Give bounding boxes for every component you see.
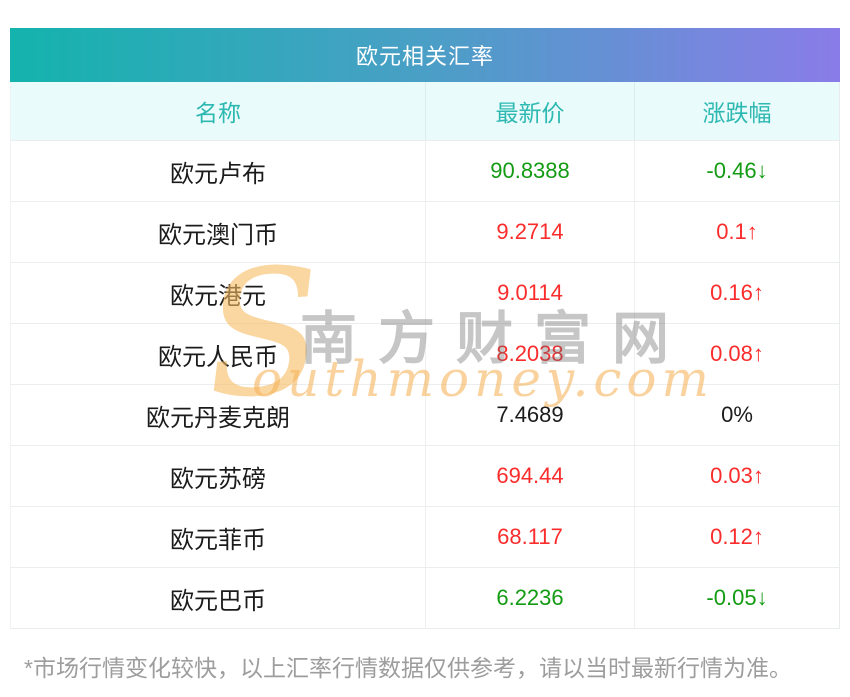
change-percent: 0.16↑ xyxy=(634,263,839,323)
table-body-wrap: 名称 最新价 涨跌幅 欧元卢布 90.8388 -0.46↓ 欧元澳门币 9.2714 0… xyxy=(10,82,840,629)
table-row: 欧元巴币 6.2236 -0.05↓ xyxy=(11,567,839,628)
currency-pair-name: 欧元菲币 xyxy=(170,526,266,554)
change-percent: -0.05↓ xyxy=(634,568,839,628)
change-percent: 0.1↑ xyxy=(634,202,839,262)
change-percent: 0.03↑ xyxy=(634,446,839,506)
table-row: 欧元卢布 90.8388 -0.46↓ xyxy=(11,140,839,201)
change-percent: 0.12↑ xyxy=(634,507,839,567)
currency-pair-name: 欧元苏磅 xyxy=(170,465,266,493)
footnote: *市场行情变化较快，以上汇率行情数据仅供参考，请以当时最新行情为准。 xyxy=(24,655,792,681)
latest-price: 8.2038 xyxy=(425,324,634,384)
latest-price: 68.117 xyxy=(425,507,634,567)
latest-price: 9.0114 xyxy=(425,263,634,323)
currency-pair-name: 欧元澳门币 xyxy=(158,221,278,249)
latest-price: 9.2714 xyxy=(425,202,634,262)
column-header-name: 名称 xyxy=(195,100,241,126)
table-row: 欧元菲币 68.117 0.12↑ xyxy=(11,506,839,567)
change-percent: 0.08↑ xyxy=(634,324,839,384)
column-header-change: 涨跌幅 xyxy=(634,82,839,140)
currency-pair-name: 欧元卢布 xyxy=(170,160,266,188)
table-row: 欧元港元 9.0114 0.16↑ xyxy=(11,262,839,323)
latest-price: 6.2236 xyxy=(425,568,634,628)
table-row: 欧元澳门币 9.2714 0.1↑ xyxy=(11,201,839,262)
change-percent: 0% xyxy=(634,385,839,445)
rate-table-body: 欧元卢布 90.8388 -0.46↓ 欧元澳门币 9.2714 0.1↑ 欧元港元 9.01… xyxy=(11,140,839,628)
change-percent: -0.46↓ xyxy=(634,141,839,201)
currency-pair-name: 欧元丹麦克朗 xyxy=(146,404,290,432)
latest-price: 7.4689 xyxy=(425,385,634,445)
table-row: 欧元人民币 8.2038 0.08↑ xyxy=(11,323,839,384)
table-title-bar: 欧元相关汇率 xyxy=(10,28,840,82)
latest-price: 90.8388 xyxy=(425,141,634,201)
currency-pair-name: 欧元巴币 xyxy=(170,587,266,615)
currency-pair-name: 欧元人民币 xyxy=(158,343,278,371)
exchange-rate-table: 欧元相关汇率 名称 最新价 涨跌幅 欧元卢布 90.8388 -0.46↓ 欧元澳门币… xyxy=(10,28,840,629)
table-row: 欧元苏磅 694.44 0.03↑ xyxy=(11,445,839,506)
table-header-row: 名称 最新价 涨跌幅 xyxy=(11,82,839,140)
currency-pair-name: 欧元港元 xyxy=(170,282,266,310)
column-header-price: 最新价 xyxy=(425,82,634,140)
latest-price: 694.44 xyxy=(425,446,634,506)
table-title: 欧元相关汇率 xyxy=(355,44,494,69)
page: 欧元相关汇率 名称 最新价 涨跌幅 欧元卢布 90.8388 -0.46↓ 欧元澳门币… xyxy=(0,0,850,697)
table-row: 欧元丹麦克朗 7.4689 0% xyxy=(11,384,839,445)
